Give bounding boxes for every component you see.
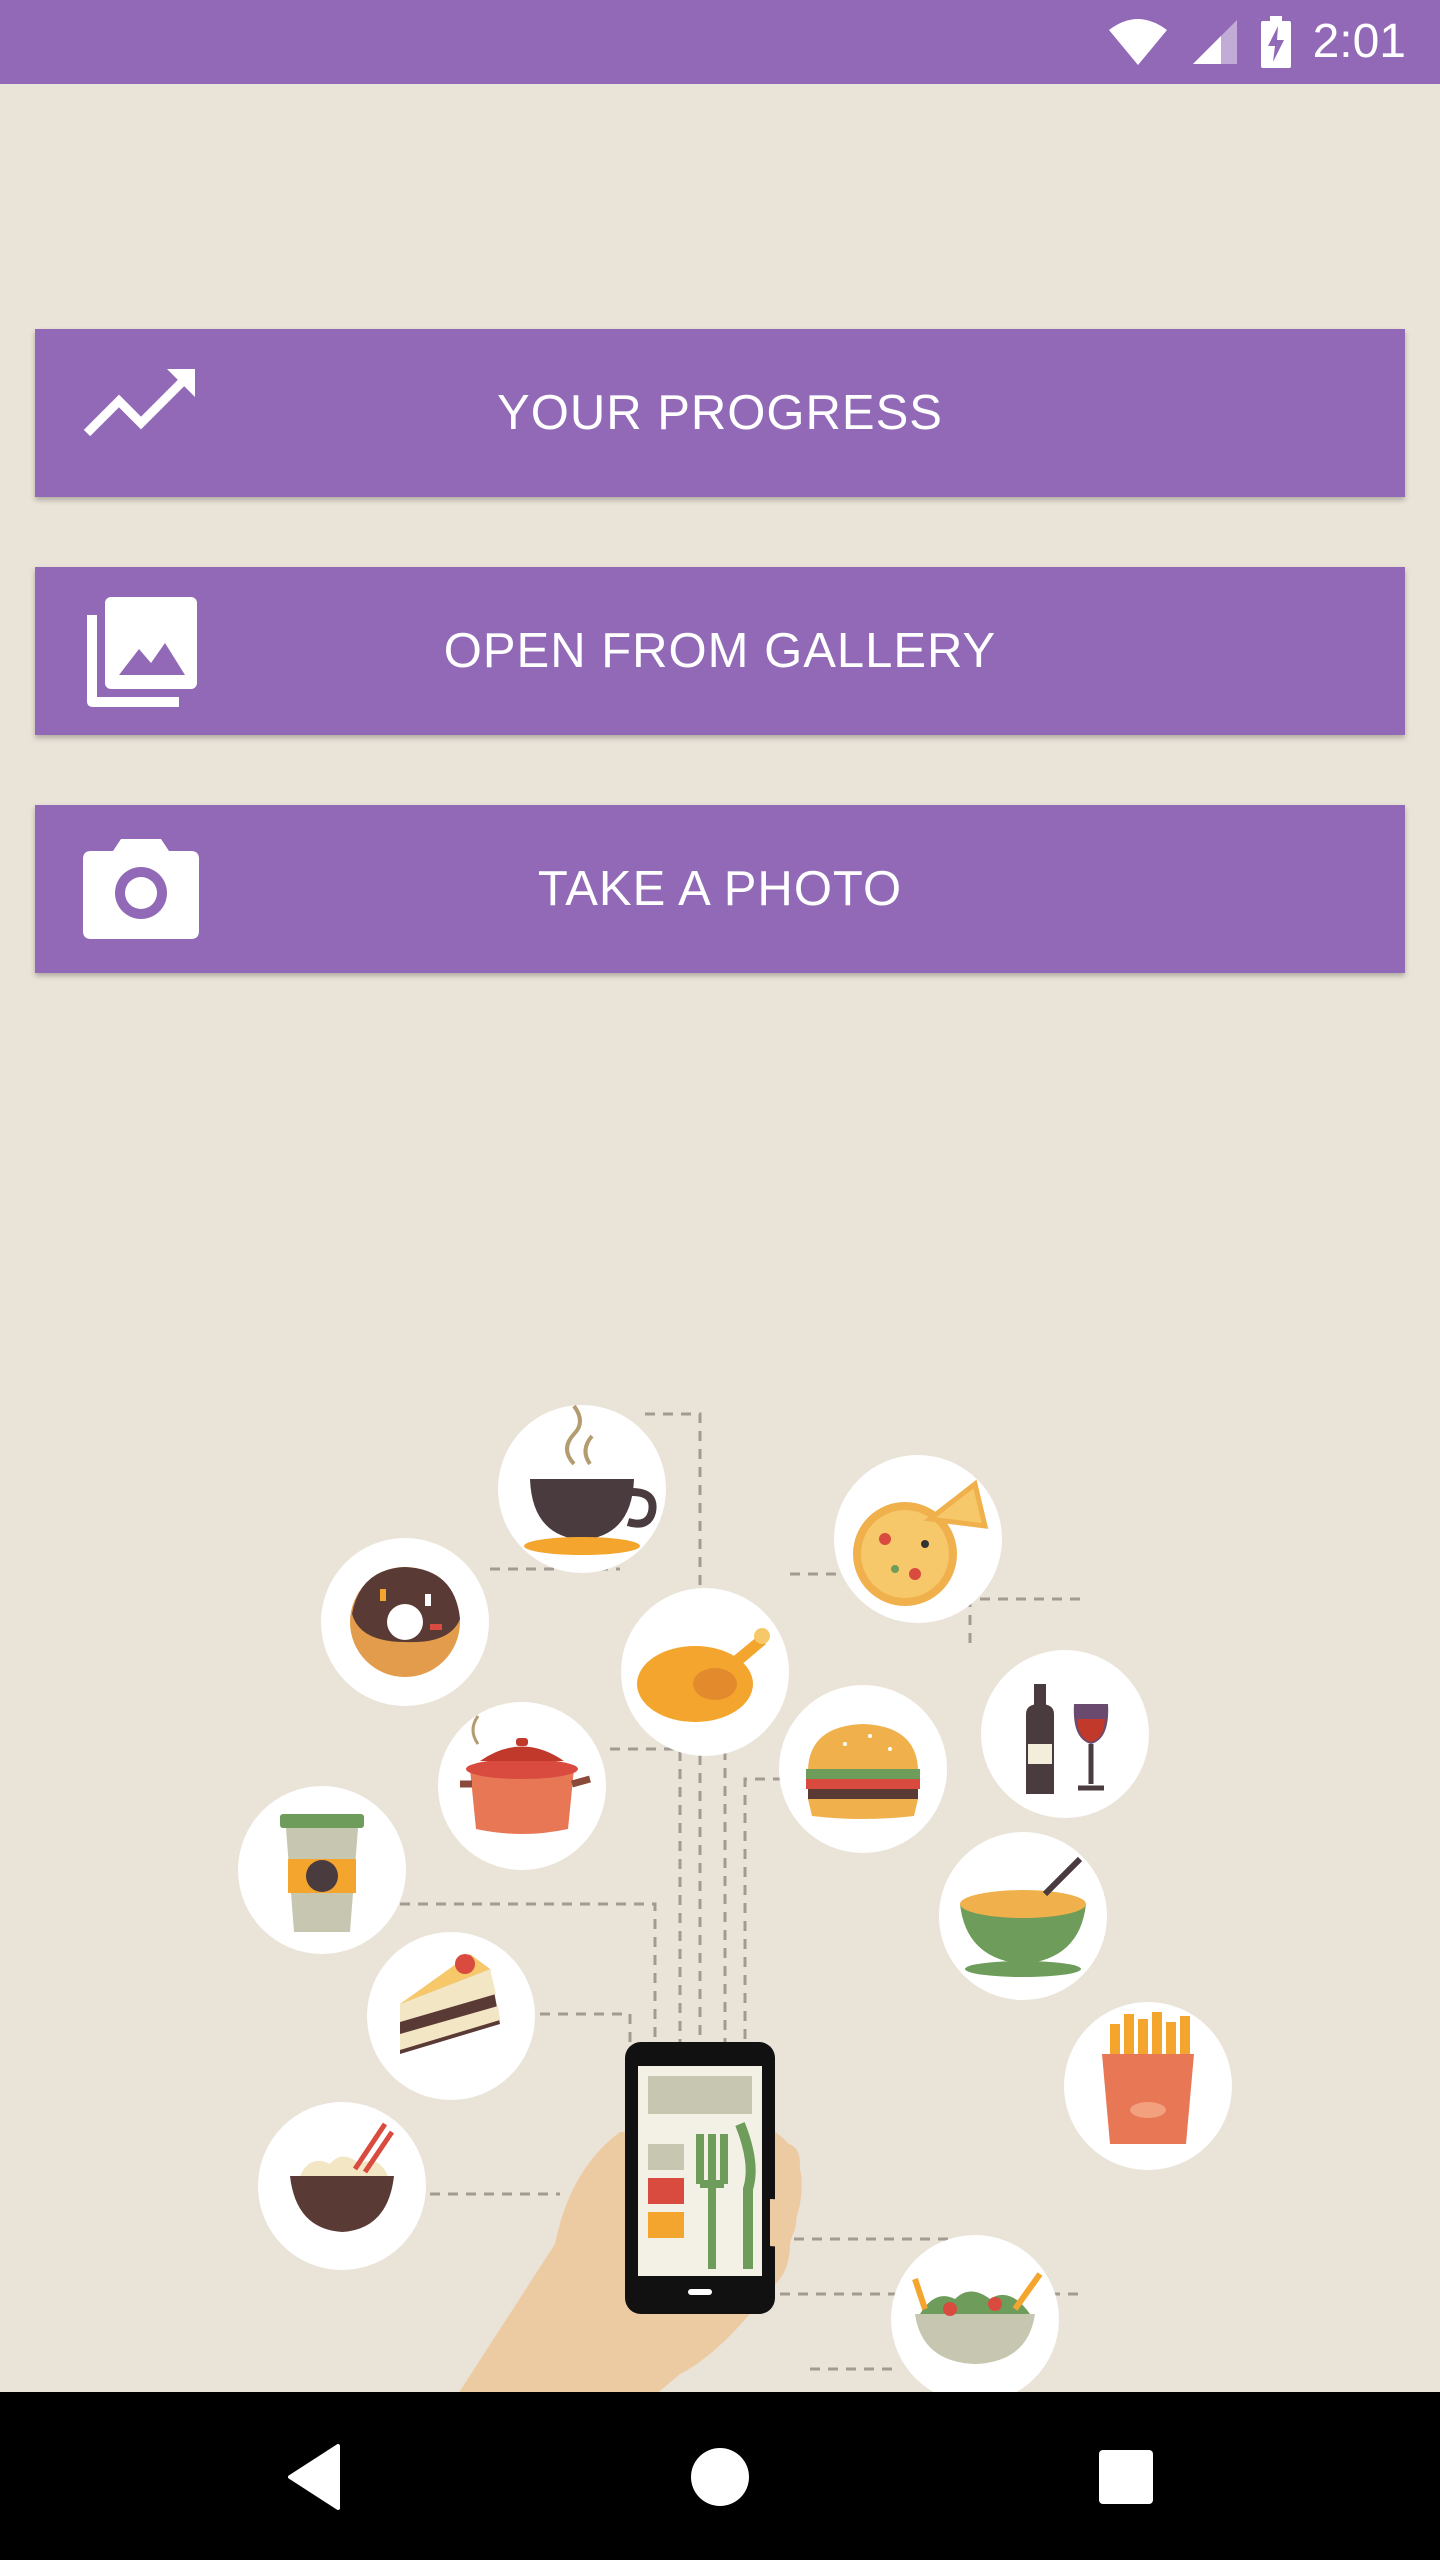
coffee-cup-icon [498, 1404, 666, 1573]
photo-library-icon [87, 597, 197, 707]
navigation-bar [0, 2392, 1440, 2560]
your-progress-button[interactable]: YOUR PROGRESS [35, 329, 1405, 497]
open-from-gallery-label: OPEN FROM GALLERY [443, 624, 997, 678]
wine-icon [981, 1650, 1149, 1818]
trending-up-icon [83, 369, 195, 437]
your-progress-label: YOUR PROGRESS [497, 386, 943, 440]
camera-icon [83, 839, 199, 939]
donut-icon [321, 1538, 489, 1706]
battery-charging-icon [1260, 16, 1291, 68]
cooking-pot-icon [438, 1702, 606, 1870]
salad-bowl-icon [891, 2235, 1059, 2403]
cake-slice-icon [367, 1932, 535, 2100]
status-time: 2:01 [1312, 15, 1406, 68]
main-content: YOUR PROGRESS OPEN FROM GALLERY TAKE A P… [0, 84, 1440, 2476]
roast-chicken-icon [621, 1588, 789, 1756]
home-icon[interactable] [675, 2432, 765, 2522]
food-illustration [238, 1404, 1232, 2476]
status-icons: 2:01 [1107, 14, 1406, 70]
back-icon[interactable] [270, 2432, 360, 2522]
soup-bowl-icon [939, 1832, 1107, 2000]
cellular-signal-icon [1192, 20, 1237, 64]
take-a-photo-label: TAKE A PHOTO [537, 862, 903, 916]
french-fries-icon [1064, 2002, 1232, 2170]
open-from-gallery-button[interactable]: OPEN FROM GALLERY [35, 567, 1405, 735]
noodle-bowl-icon [258, 2102, 426, 2270]
wifi-icon [1108, 19, 1167, 65]
recents-icon[interactable] [1081, 2432, 1171, 2522]
burger-icon [779, 1685, 947, 1853]
coffee-to-go-icon [238, 1786, 406, 1954]
take-a-photo-button[interactable]: TAKE A PHOTO [35, 805, 1405, 973]
pizza-icon [834, 1455, 1002, 1623]
status-bar: 2:01 [0, 0, 1440, 84]
